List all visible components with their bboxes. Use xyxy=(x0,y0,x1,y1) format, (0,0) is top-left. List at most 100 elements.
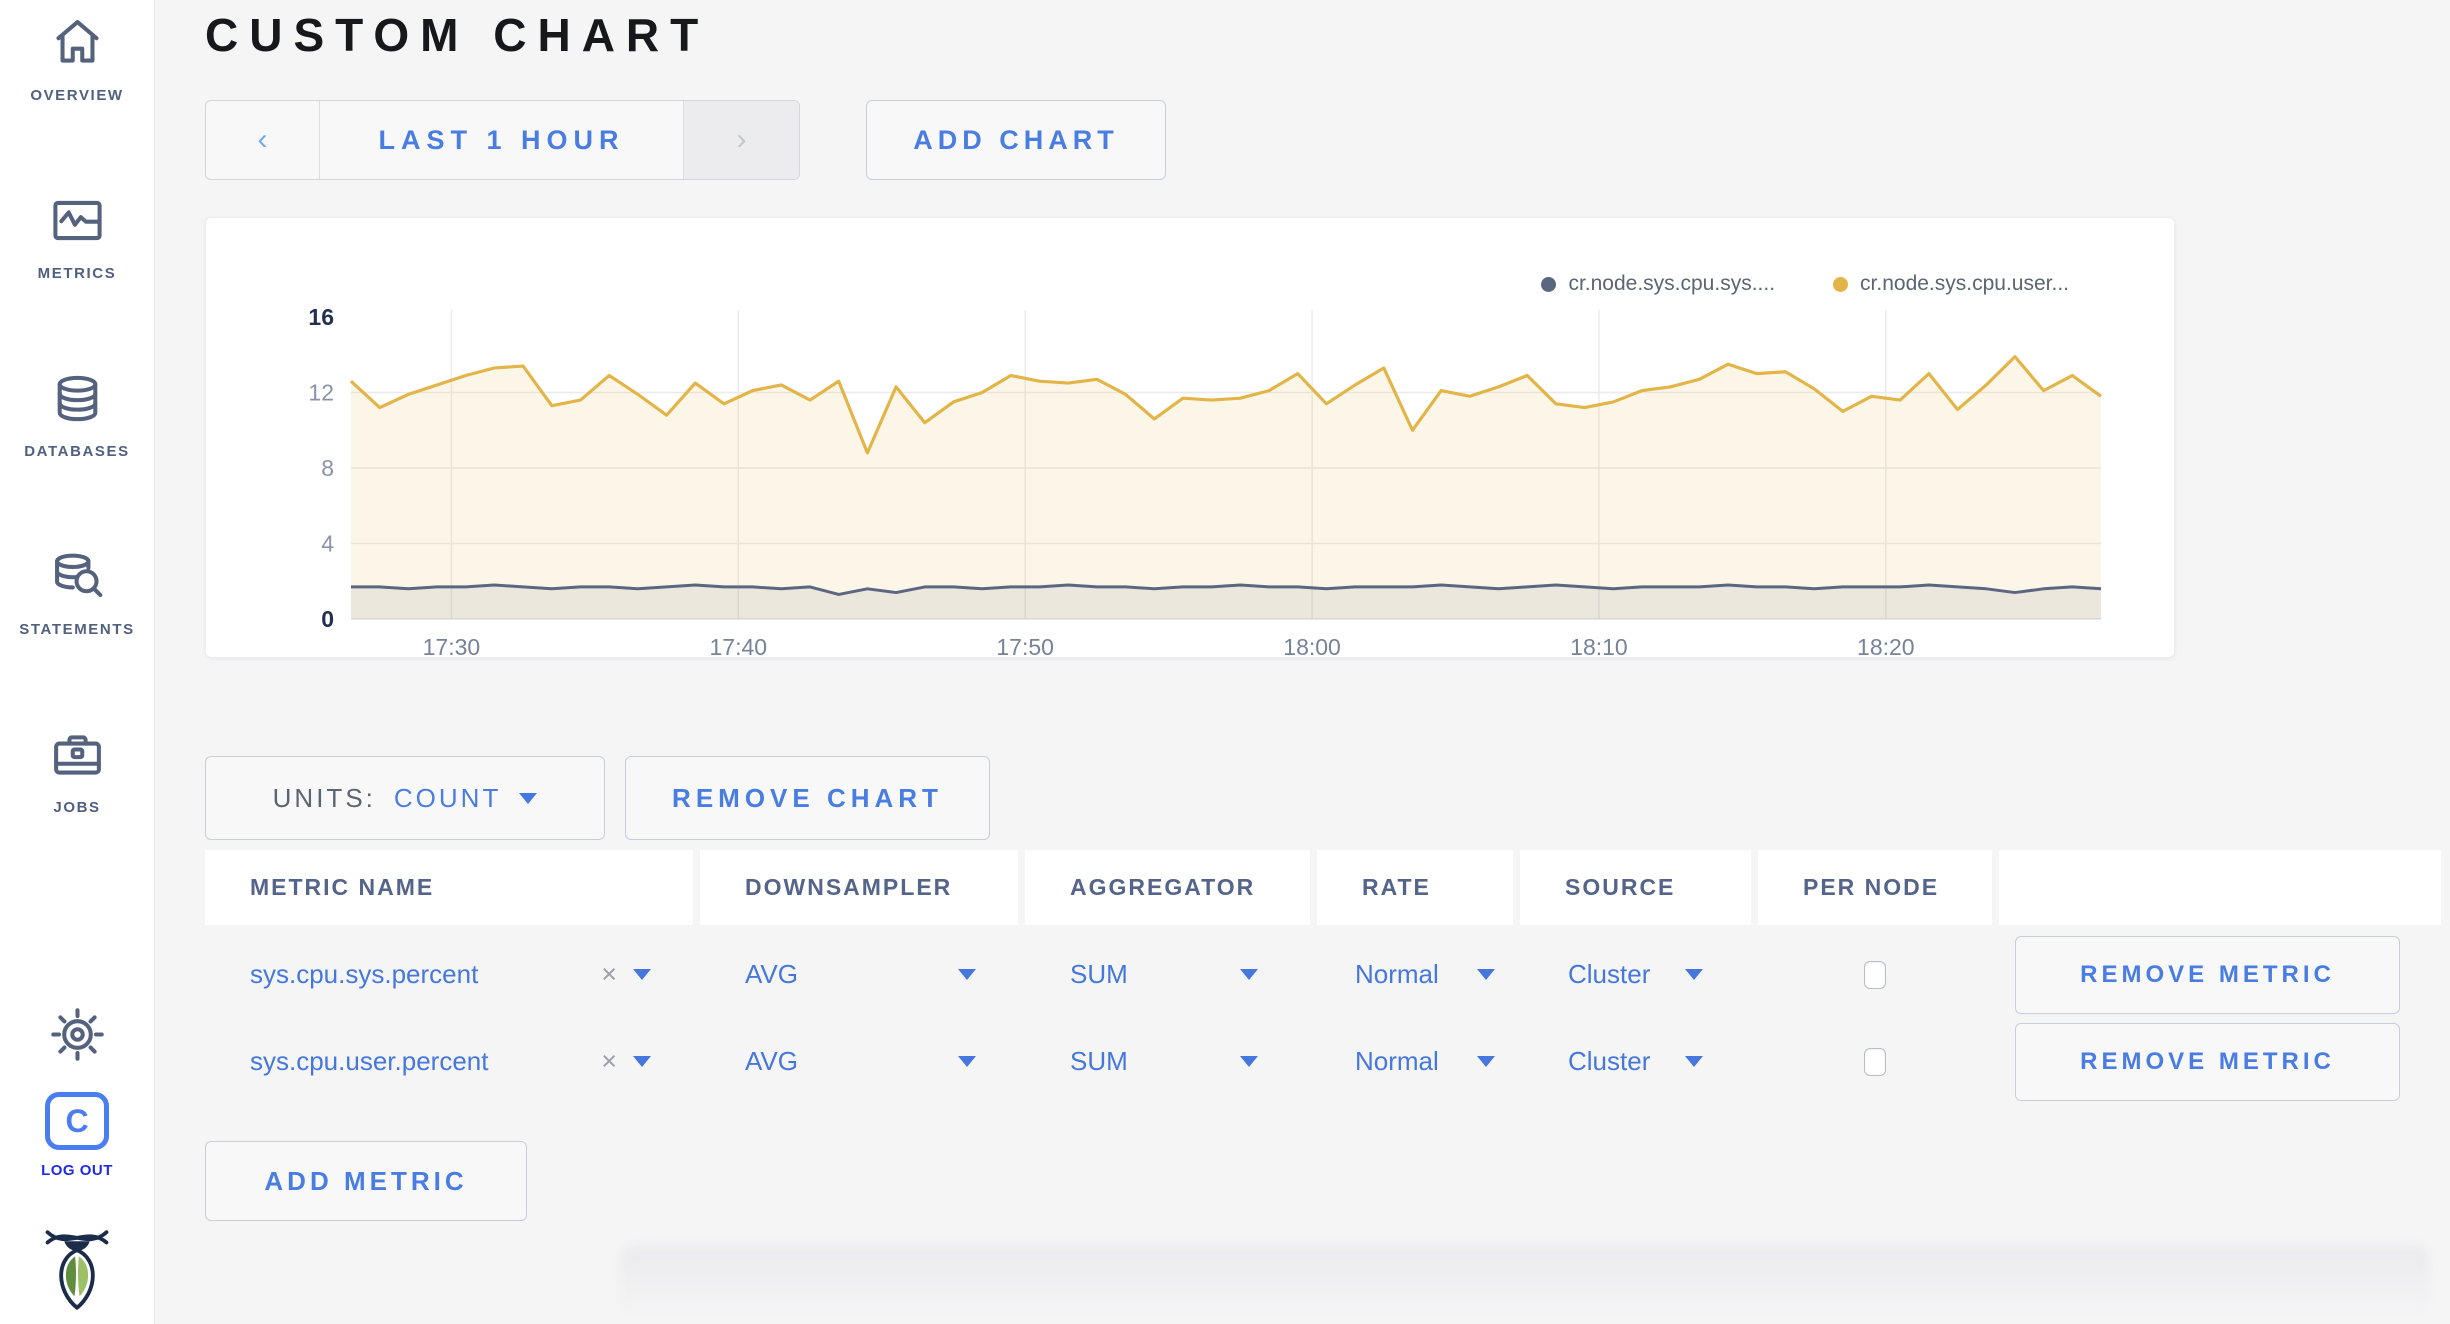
database-icon xyxy=(49,370,106,432)
metric-name-select[interactable]: × xyxy=(601,1046,693,1077)
remove-chart-button[interactable]: REMOVE CHART xyxy=(625,756,990,840)
y-axis-tick-label: 0 xyxy=(321,606,334,632)
gear-icon xyxy=(49,1006,106,1068)
x-axis-tick-label: 17:50 xyxy=(996,634,1054,657)
chevron-down-icon xyxy=(633,1056,651,1067)
time-range-selector: ‹ LAST 1 HOUR › xyxy=(205,100,800,180)
time-range-dropdown[interactable]: LAST 1 HOUR xyxy=(320,101,683,179)
metric-name-cell: sys.cpu.user.percent × xyxy=(205,1024,693,1099)
metric-name-value: sys.cpu.user.percent xyxy=(250,1046,489,1076)
sidebar-item-statements[interactable]: STATEMENTS xyxy=(0,548,154,638)
cockroachdb-logo[interactable] xyxy=(0,1228,154,1317)
downsampler-cell: AVG xyxy=(700,937,1018,1012)
source-cell: Cluster xyxy=(1520,937,1751,1012)
y-axis-tick-label: 4 xyxy=(321,531,334,557)
y-axis-tick-label: 16 xyxy=(308,304,334,330)
remove-metric-button[interactable]: REMOVE METRIC xyxy=(2015,1022,2400,1101)
source-select[interactable] xyxy=(1685,1056,1751,1067)
rate-select[interactable] xyxy=(1477,1056,1513,1067)
y-axis-tick-label: 12 xyxy=(308,380,334,406)
chevron-right-icon: › xyxy=(736,123,747,156)
column-header-rate: RATE xyxy=(1317,850,1513,925)
downsampler-cell: AVG xyxy=(700,1024,1018,1099)
downsampler-select[interactable] xyxy=(958,969,1018,980)
remove-metric-button[interactable]: REMOVE METRIC xyxy=(2015,935,2400,1014)
y-axis-tick-label: 8 xyxy=(321,455,334,481)
sidebar-item-label: DATABASES xyxy=(24,443,130,460)
metric-name-value: sys.cpu.sys.percent xyxy=(250,959,479,989)
downsampler-value: AVG xyxy=(745,959,798,989)
series-area-user xyxy=(351,356,2101,619)
settings-button[interactable] xyxy=(0,1006,154,1068)
metrics-icon xyxy=(49,192,106,254)
aggregator-cell: SUM xyxy=(1025,937,1310,1012)
logout-button[interactable]: C LOG OUT xyxy=(0,1092,154,1179)
chart-card: cr.node.sys.cpu.sys.... cr.node.sys.cpu.… xyxy=(205,217,2175,658)
units-value: COUNT xyxy=(393,782,502,813)
page-title: CUSTOM CHART xyxy=(205,9,710,61)
app-window: OVERVIEW METRICS DATABASES STATEMENTS JO… xyxy=(0,0,2450,1324)
legend-item-user[interactable]: cr.node.sys.cpu.user... xyxy=(1833,272,2069,296)
aggregator-value: SUM xyxy=(1070,1046,1128,1076)
sidebar-item-databases[interactable]: DATABASES xyxy=(0,370,154,460)
chart-options-row: UNITS: COUNT REMOVE CHART xyxy=(205,756,2450,840)
chart-legend: cr.node.sys.cpu.sys.... cr.node.sys.cpu.… xyxy=(1541,272,2069,296)
rate-value: Normal xyxy=(1355,1046,1439,1076)
rate-cell: Normal xyxy=(1317,1024,1513,1099)
column-header-metric-name: METRIC NAME xyxy=(205,850,693,925)
column-header-actions xyxy=(1999,850,2441,925)
chevron-down-icon xyxy=(1240,1056,1258,1067)
sidebar-item-label: STATEMENTS xyxy=(19,621,135,638)
rate-cell: Normal xyxy=(1317,937,1513,1012)
rate-select[interactable] xyxy=(1477,969,1513,980)
legend-dot-sys xyxy=(1541,276,1557,292)
cockroach-bug-icon xyxy=(45,1228,109,1317)
per-node-cell xyxy=(1758,1024,1992,1099)
legend-label: cr.node.sys.cpu.user... xyxy=(1860,272,2069,295)
time-range-prev-button[interactable]: ‹ xyxy=(206,101,320,179)
statements-icon xyxy=(49,548,106,610)
chevron-down-icon xyxy=(1685,1056,1703,1067)
column-header-aggregator: AGGREGATOR xyxy=(1025,850,1310,925)
column-header-downsampler: DOWNSAMPLER xyxy=(700,850,1018,925)
source-cell: Cluster xyxy=(1520,1024,1751,1099)
x-axis-tick-label: 18:20 xyxy=(1857,634,1915,657)
chevron-down-icon xyxy=(1477,1056,1495,1067)
downsampler-value: AVG xyxy=(745,1046,798,1076)
chevron-down-icon xyxy=(633,969,651,980)
clear-icon[interactable]: × xyxy=(601,1046,617,1077)
chevron-down-icon xyxy=(519,792,538,804)
aggregator-select[interactable] xyxy=(1240,1056,1310,1067)
downsampler-select[interactable] xyxy=(958,1056,1018,1067)
source-select[interactable] xyxy=(1685,969,1751,980)
sidebar-item-jobs[interactable]: JOBS xyxy=(0,726,154,816)
add-metric-button[interactable]: ADD METRIC xyxy=(205,1141,527,1221)
x-axis-tick-label: 18:00 xyxy=(1283,634,1341,657)
metric-name-select[interactable]: × xyxy=(601,959,693,990)
add-chart-button[interactable]: ADD CHART xyxy=(866,100,1166,180)
units-dropdown[interactable]: UNITS: COUNT xyxy=(205,756,605,840)
aggregator-select[interactable] xyxy=(1240,969,1310,980)
per-node-checkbox[interactable] xyxy=(1864,1047,1886,1076)
actions-cell: REMOVE METRIC xyxy=(1999,935,2441,1014)
aggregator-cell: SUM xyxy=(1025,1024,1310,1099)
sidebar-item-label: OVERVIEW xyxy=(30,87,124,104)
table-row: sys.cpu.user.percent × AVG SUM Normal Cl… xyxy=(205,1022,2441,1101)
metric-name-cell: sys.cpu.sys.percent × xyxy=(205,937,693,1012)
toolbar: ‹ LAST 1 HOUR › ADD CHART xyxy=(205,100,2450,180)
per-node-cell xyxy=(1758,937,1992,1012)
clear-icon[interactable]: × xyxy=(601,959,617,990)
chevron-down-icon xyxy=(1685,969,1703,980)
time-range-next-button[interactable]: › xyxy=(683,101,799,179)
per-node-checkbox[interactable] xyxy=(1864,960,1886,989)
sidebar-item-overview[interactable]: OVERVIEW xyxy=(0,14,154,104)
sidebar: OVERVIEW METRICS DATABASES STATEMENTS JO… xyxy=(0,0,155,1324)
units-label: UNITS: xyxy=(272,782,376,813)
rate-value: Normal xyxy=(1355,959,1439,989)
legend-item-sys[interactable]: cr.node.sys.cpu.sys.... xyxy=(1541,272,1775,296)
sidebar-item-metrics[interactable]: METRICS xyxy=(0,192,154,282)
metrics-table: METRIC NAME DOWNSAMPLER AGGREGATOR RATE … xyxy=(205,850,2441,1101)
chevron-down-icon xyxy=(1477,969,1495,980)
legend-label: cr.node.sys.cpu.sys.... xyxy=(1568,272,1776,295)
chevron-left-icon: ‹ xyxy=(257,123,268,156)
